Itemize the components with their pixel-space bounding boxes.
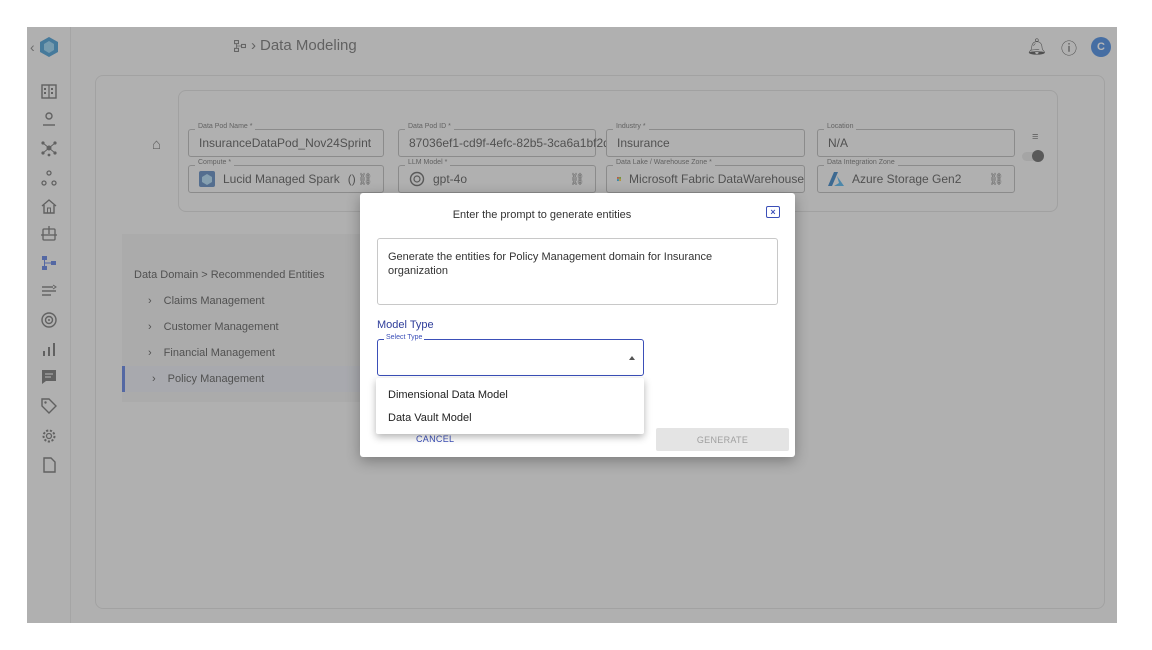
model-type-label: Model Type [377,319,434,331]
dialog-title: Enter the prompt to generate entities [452,209,632,221]
close-icon[interactable]: × [766,206,780,218]
option-data-vault-model[interactable]: Data Vault Model [376,406,644,429]
option-dimensional-data-model[interactable]: Dimensional Data Model [376,383,644,406]
generate-button[interactable]: GENERATE [656,428,789,451]
model-type-select[interactable]: Select Type [377,334,644,376]
model-type-dropdown-menu: Dimensional Data Model Data Vault Model [376,378,644,434]
prompt-textarea[interactable]: Generate the entities for Policy Managem… [377,238,778,305]
chevron-up-icon [629,356,635,360]
app-window: ‹ [27,27,1117,623]
cancel-button[interactable]: CANCEL [416,434,454,444]
select-type-label: Select Type [384,334,425,341]
